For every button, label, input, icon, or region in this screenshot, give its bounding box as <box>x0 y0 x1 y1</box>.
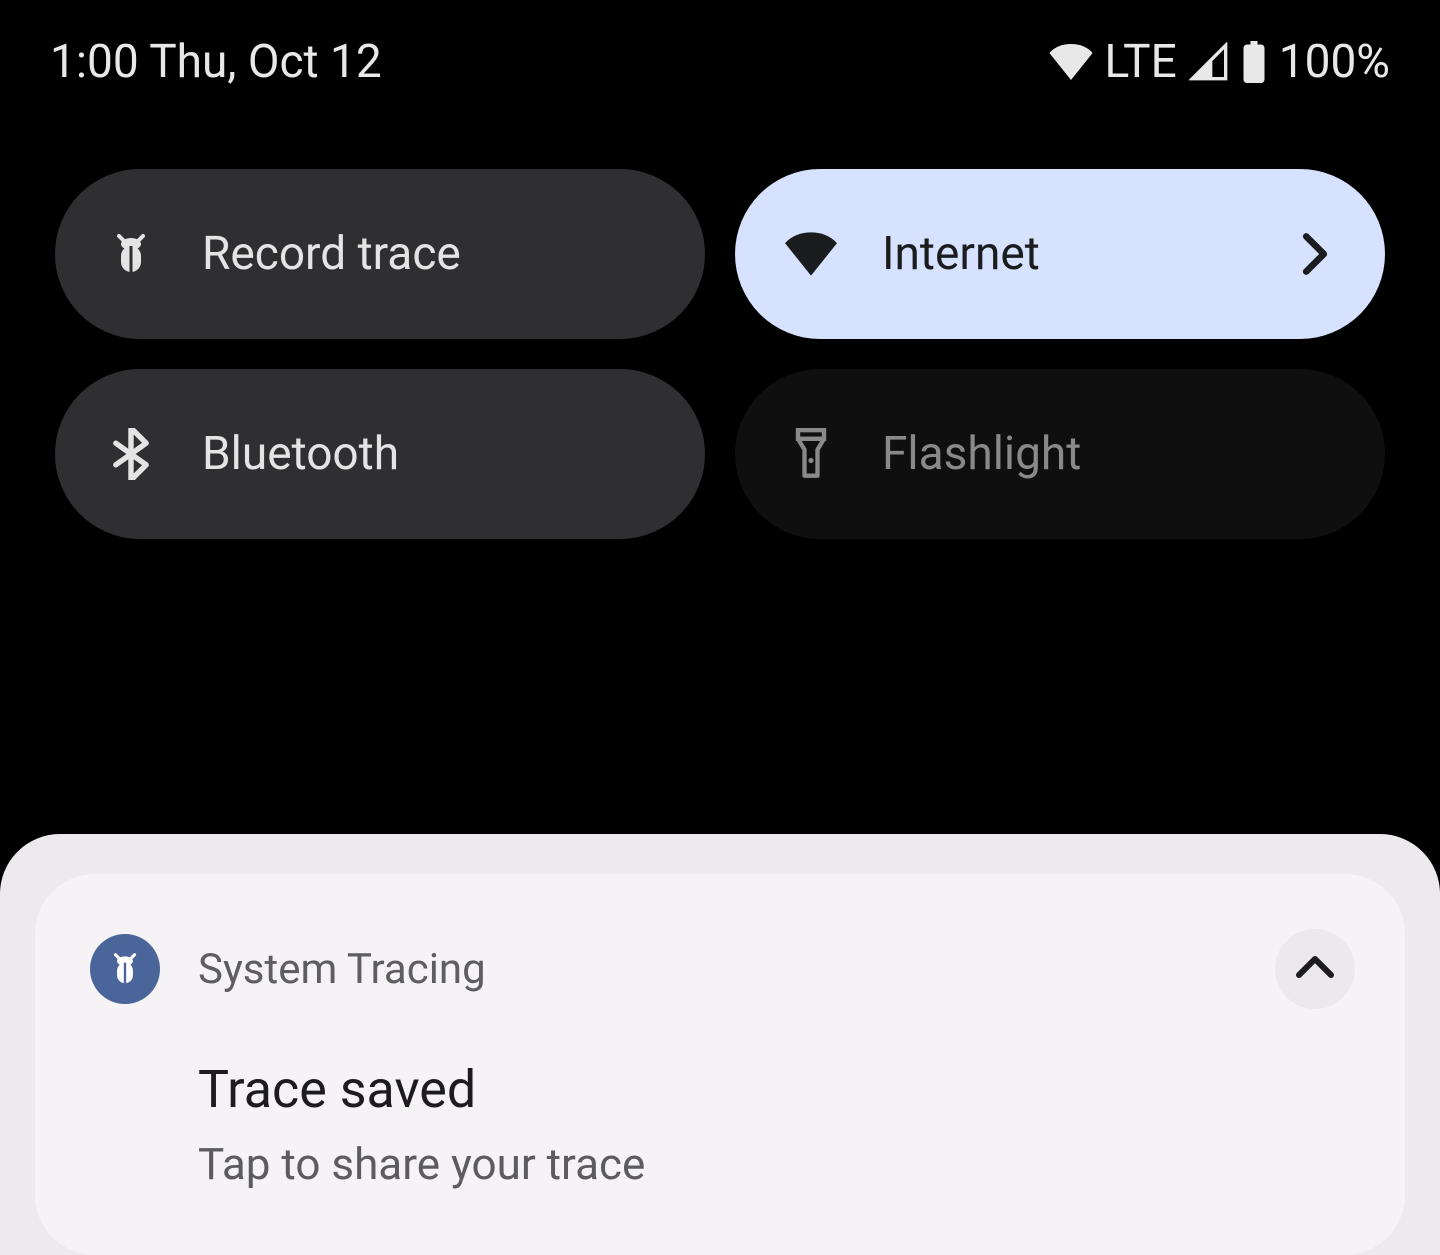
notification-card[interactable]: System Tracing Trace saved Tap to share … <box>35 874 1405 1255</box>
network-type: LTE <box>1105 35 1177 89</box>
quick-settings-tiles: Record trace Internet Bluetooth <box>0 109 1440 539</box>
status-indicators: LTE 100% <box>1049 35 1390 89</box>
bluetooth-icon <box>105 428 157 480</box>
notification-app-icon <box>90 934 160 1004</box>
collapse-button[interactable] <box>1275 929 1355 1009</box>
tile-internet[interactable]: Internet <box>735 169 1385 339</box>
signal-icon <box>1189 42 1229 82</box>
tile-record-trace[interactable]: Record trace <box>55 169 705 339</box>
bug-icon <box>105 228 157 280</box>
tile-label: Record trace <box>202 227 655 281</box>
chevron-up-icon <box>1295 955 1335 983</box>
battery-percent: 100% <box>1279 35 1390 89</box>
notification-header: System Tracing <box>90 929 1355 1009</box>
status-time-date: 1:00 Thu, Oct 12 <box>50 35 382 89</box>
tile-label: Bluetooth <box>202 427 655 481</box>
notification-body: Trace saved Tap to share your trace <box>90 1009 1355 1190</box>
wifi-status-icon <box>1049 44 1093 80</box>
notification-subtitle: Tap to share your trace <box>198 1138 1355 1190</box>
tile-bluetooth[interactable]: Bluetooth <box>55 369 705 539</box>
tile-label: Internet <box>882 227 1250 281</box>
notification-title: Trace saved <box>198 1059 1355 1120</box>
flashlight-icon <box>785 428 837 480</box>
chevron-right-icon <box>1295 234 1335 274</box>
notification-app-name: System Tracing <box>198 945 1237 994</box>
notification-shade: System Tracing Trace saved Tap to share … <box>0 834 1440 1255</box>
status-bar: 1:00 Thu, Oct 12 LTE 100% <box>0 0 1440 109</box>
tile-label: Flashlight <box>882 427 1335 481</box>
battery-icon <box>1241 41 1267 83</box>
tile-flashlight[interactable]: Flashlight <box>735 369 1385 539</box>
wifi-icon <box>785 228 837 280</box>
